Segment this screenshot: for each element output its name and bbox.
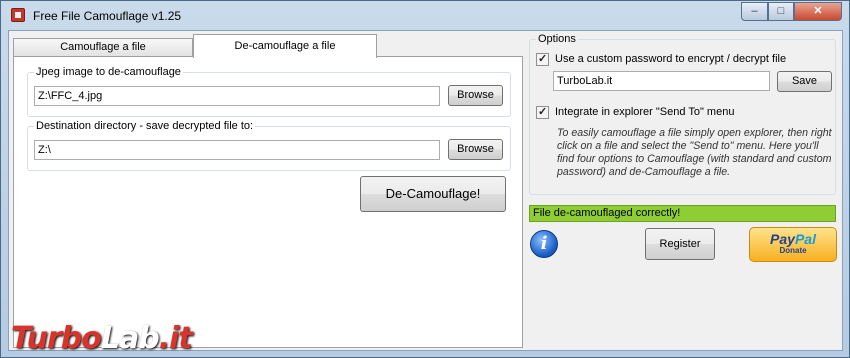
maximize-button[interactable]: □	[768, 2, 794, 21]
title-bar[interactable]: Free File Camouflage v1.25 – □ ✕	[1, 1, 849, 31]
image-path-input[interactable]: Z:\FFC_4.jpg	[34, 86, 440, 106]
destination-path-input[interactable]: Z:\	[34, 140, 440, 160]
decamouflage-button[interactable]: De-Camouflage!	[360, 176, 506, 212]
send-to-checkbox[interactable]	[536, 105, 549, 119]
options-legend: Options	[536, 33, 578, 45]
minimize-button[interactable]: –	[741, 2, 768, 21]
image-group: Jpeg image to de-camouflage Z:\FFC_4.jpg…	[27, 66, 511, 117]
register-button[interactable]: Register	[645, 228, 715, 260]
paypal-logo: PayPal	[770, 231, 816, 247]
image-group-label: Jpeg image to de-camouflage	[34, 66, 183, 78]
tab-decamouflage[interactable]: De-camouflage a file	[193, 34, 377, 58]
paypal-donate-label: Donate	[779, 246, 807, 255]
browse-destination-button[interactable]: Browse	[448, 139, 503, 160]
paypal-donate-button[interactable]: PayPal Donate	[749, 227, 837, 262]
window-title: Free File Camouflage v1.25	[33, 9, 182, 23]
turbolab-watermark: TurboLab.it	[11, 321, 193, 356]
password-input[interactable]: TurboLab.it	[553, 71, 770, 91]
send-to-info-text: To easily camouflage a file simply open …	[557, 127, 832, 178]
decamouflage-panel: Jpeg image to de-camouflage Z:\FFC_4.jpg…	[13, 56, 523, 348]
app-window: Free File Camouflage v1.25 – □ ✕ Camoufl…	[0, 0, 850, 358]
destination-group: Destination directory - save decrypted f…	[27, 120, 511, 171]
close-button[interactable]: ✕	[794, 2, 842, 21]
client-area: Camouflage a file De-camouflage a file J…	[8, 30, 843, 351]
status-bar: File de-camouflaged correctly!	[529, 205, 836, 222]
custom-password-checkbox[interactable]	[536, 52, 549, 66]
tab-camouflage[interactable]: Camouflage a file	[13, 38, 193, 57]
app-icon	[11, 8, 25, 22]
info-icon[interactable]: i	[530, 230, 558, 258]
browse-image-button[interactable]: Browse	[448, 85, 503, 106]
options-group: Options Use a custom password to encrypt…	[529, 33, 836, 195]
custom-password-label: Use a custom password to encrypt / decry…	[555, 53, 787, 65]
send-to-label: Integrate in explorer "Send To" menu	[555, 106, 735, 118]
destination-group-label: Destination directory - save decrypted f…	[34, 120, 256, 132]
save-password-button[interactable]: Save	[777, 71, 832, 92]
